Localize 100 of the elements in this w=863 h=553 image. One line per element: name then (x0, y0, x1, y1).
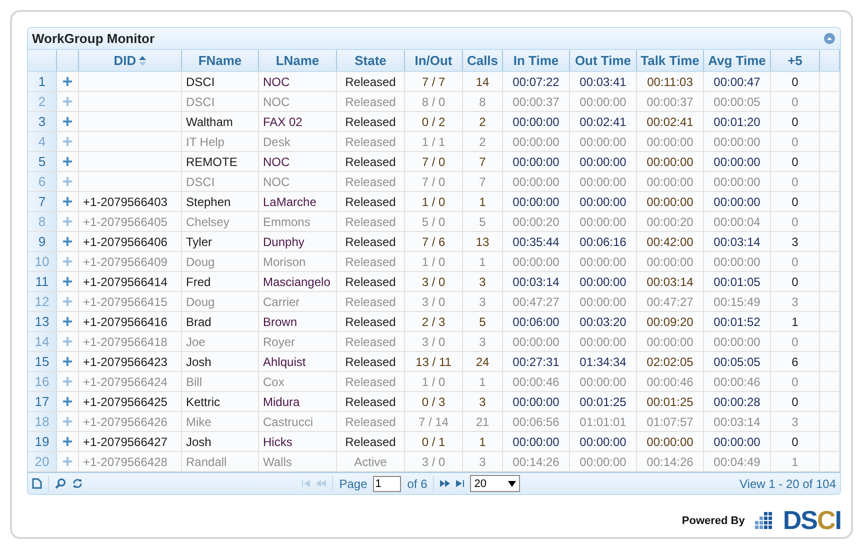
table-cell: 0 / 3 (422, 394, 446, 408)
plus-icon[interactable] (63, 457, 72, 466)
table-cell: 3 (479, 394, 486, 408)
table-cell: 00:03:14 (714, 414, 760, 428)
plus-icon[interactable] (63, 117, 72, 126)
table-cell: Tyler (186, 234, 212, 248)
table-cell: +1-2079566426 (83, 414, 168, 428)
table-cell: DSCI (186, 74, 215, 88)
row-number: 2 (38, 94, 46, 109)
plus-icon[interactable] (63, 437, 72, 446)
table-cell: +1-2079566406 (83, 234, 168, 248)
plus-icon[interactable] (63, 417, 72, 426)
table-cell: 00:06:00 (512, 314, 560, 328)
table-cell: 13 (476, 234, 490, 248)
table-cell: 00:15:49 (714, 294, 760, 308)
refresh-icon[interactable] (72, 478, 83, 489)
table-cell: 00:00:00 (512, 194, 560, 208)
plus-icon[interactable] (63, 277, 72, 286)
column-header[interactable]: DID (114, 53, 136, 68)
row-number: 5 (38, 154, 46, 169)
table-cell: +1-2079566415 (83, 294, 168, 308)
table-cell: 24 (476, 354, 490, 368)
table-cell: 00:01:25 (646, 394, 694, 408)
record-summary: View 1 - 20 of 104 (739, 476, 836, 490)
plus-icon[interactable] (63, 97, 72, 106)
column-header[interactable]: Talk Time (640, 53, 700, 68)
plus-icon[interactable] (63, 357, 72, 366)
table-cell: 01:07:57 (646, 414, 694, 428)
table-cell: Released (345, 374, 396, 388)
plus-icon[interactable] (63, 377, 72, 386)
table-cell: Stephen (186, 194, 231, 208)
table-cell: 00:00:00 (580, 154, 626, 168)
column-header[interactable]: State (354, 53, 386, 68)
table-cell: 7 / 7 (422, 74, 446, 88)
plus-icon[interactable] (63, 137, 72, 146)
plus-icon[interactable] (63, 157, 72, 166)
table-cell: 00:00:00 (714, 334, 760, 348)
column-header[interactable]: In Time (513, 53, 559, 68)
column-header[interactable]: FName (198, 53, 242, 68)
plus-icon[interactable] (63, 197, 72, 206)
table-cell: 00:09:20 (646, 314, 694, 328)
table-cell: 00:00:00 (580, 294, 626, 308)
collapse-icon[interactable] (824, 33, 835, 44)
page-size-select[interactable]: 20 (470, 475, 520, 492)
table-cell: 00:00:00 (714, 434, 760, 448)
plus-icon[interactable] (63, 217, 72, 226)
table-cell: 00:14:26 (646, 454, 694, 468)
table-cell: Randall (186, 454, 227, 468)
table-cell: 01:01:01 (580, 414, 626, 428)
table-cell: 00:00:00 (646, 174, 694, 188)
table-cell: Hicks (263, 434, 292, 448)
last-page-icon[interactable] (456, 480, 464, 487)
row-number: 6 (38, 174, 46, 189)
table-cell: 0 (792, 154, 798, 168)
table-cell: 14 (476, 74, 490, 88)
table-cell: Doug (186, 254, 215, 268)
table-cell: Released (345, 74, 396, 88)
plus-icon[interactable] (63, 177, 72, 186)
plus-icon[interactable] (63, 297, 72, 306)
table-cell: 00:00:00 (512, 154, 560, 168)
table-cell: 00:00:00 (512, 394, 560, 408)
page-input[interactable]: 1 (373, 476, 402, 492)
table-cell: IT Help (186, 134, 224, 148)
table-cell: 00:00:00 (580, 254, 626, 268)
column-header[interactable]: LName (276, 53, 320, 68)
table-cell: 01:34:34 (580, 354, 626, 368)
table-cell: Emmons (263, 214, 310, 228)
table-cell: +1-2079566423 (83, 354, 168, 368)
row-number: 16 (34, 374, 50, 389)
table-cell: Active (354, 454, 387, 468)
plus-icon[interactable] (63, 337, 72, 346)
column-header[interactable]: In/Out (414, 53, 452, 68)
plus-icon[interactable] (63, 317, 72, 326)
column-header[interactable]: +5 (788, 53, 802, 68)
table-cell: 1 / 0 (422, 374, 446, 388)
table-cell: 00:00:20 (646, 214, 694, 228)
table-cell: Castrucci (263, 414, 314, 428)
table-cell: 3 / 0 (422, 454, 446, 468)
row-number: 9 (38, 234, 46, 249)
page-icon[interactable] (32, 478, 42, 489)
table-cell: 1 / 0 (422, 254, 446, 268)
table-cell: Released (345, 394, 396, 408)
panel-title: WorkGroup Monitor (32, 31, 155, 46)
search-icon[interactable] (55, 478, 66, 489)
column-header[interactable]: Calls (466, 53, 498, 68)
table-cell: 00:35:44 (512, 234, 560, 248)
next-page-icon[interactable] (440, 480, 450, 487)
column-header[interactable]: Out Time (574, 53, 632, 68)
table-cell: 5 / 0 (422, 214, 446, 228)
table-cell: Ahlquist (263, 354, 306, 368)
table-cell: 00:42:00 (646, 234, 694, 248)
plus-icon[interactable] (63, 397, 72, 406)
plus-icon[interactable] (63, 77, 72, 86)
column-header[interactable]: Avg Time (708, 53, 766, 68)
plus-icon[interactable] (63, 237, 72, 246)
plus-icon[interactable] (63, 257, 72, 266)
table-cell: 00:00:46 (714, 374, 760, 388)
table-cell: 00:00:00 (580, 374, 626, 388)
table-cell: 00:00:00 (512, 134, 560, 148)
table-cell: Released (345, 434, 396, 448)
